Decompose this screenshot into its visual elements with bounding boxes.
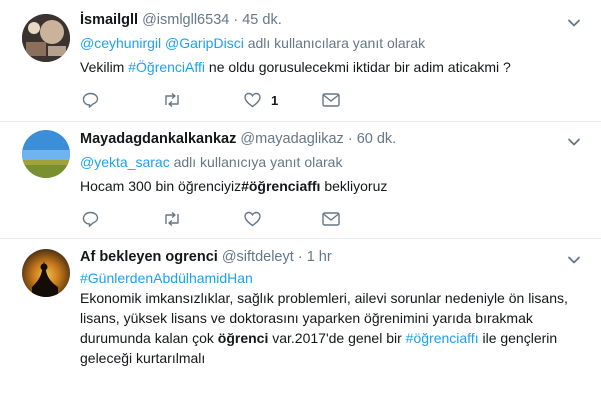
body-text-2: var.2017'de genel bir [268,330,406,346]
timestamp[interactable]: 1 hr [307,249,332,265]
tweet-3[interactable]: Af bekleyen ogrenci @siftdeleyt · 1 hr #… [0,239,601,417]
tweet-2[interactable]: Mayadagdankalkankaz @mayadaglikaz · 60 d… [0,122,601,239]
separator: · [233,12,239,28]
text-before: Vekilim [80,59,129,75]
chevron-down-icon[interactable] [567,135,581,149]
retweet-button[interactable] [162,211,182,227]
reply-icon [82,92,99,108]
like-button[interactable] [244,211,261,227]
retweet-icon [165,92,179,108]
heart-icon [244,211,261,227]
tweet-text: #GünlerdenAbdülhamidHan Ekonomik imkansız… [80,268,581,368]
reply-button[interactable] [82,211,99,227]
chevron-down-icon[interactable] [567,253,581,267]
user-fullname[interactable]: Af bekleyen ogrenci [80,249,218,265]
reply-users-link[interactable]: @yekta_sarac [80,154,170,170]
avatar[interactable] [22,14,70,62]
envelope-icon [322,93,340,107]
hashtag-link[interactable]: #ÖğrenciAffi [128,59,205,75]
hashtag-link-inline[interactable]: #öğrenciaffı [406,330,479,346]
like-count: 1 [271,92,279,108]
text-after: ne oldu gorusulecekmi iktidar bir adim a… [205,59,511,75]
text-before: Hocam 300 bin öğrenciyiz [80,178,242,194]
separator: · [347,131,353,147]
reply-context: @ceyhunirgil @GaripDisci adlı kullanıcıl… [80,35,581,51]
reply-suffix: adlı kullanıcılara yanıt olarak [247,35,426,51]
text-after: bekliyoruz [320,178,388,194]
envelope-icon [322,212,340,226]
heart-icon [244,92,261,108]
reply-context: @yekta_sarac adlı kullanıcıya yanıt olar… [80,154,581,170]
user-handle[interactable]: @siftdeleyt [222,249,294,265]
dm-button[interactable] [322,212,340,226]
reply-button[interactable] [82,92,99,108]
retweet-icon [165,211,179,227]
dm-button[interactable] [322,93,340,107]
like-button[interactable]: 1 [244,92,278,108]
timestamp[interactable]: 60 dk. [357,131,397,147]
chevron-down-icon[interactable] [567,16,581,30]
reply-users-link[interactable]: @ceyhunirgil @GaripDisci [80,35,244,51]
avatar[interactable] [22,249,70,297]
reply-icon [82,211,99,227]
user-handle[interactable]: @ismlgll6534 [142,12,229,28]
timestamp[interactable]: 45 dk. [242,12,282,28]
avatar[interactable] [22,130,70,178]
hashtag-link[interactable]: #öğrenciaffı [241,178,320,194]
user-handle[interactable]: @mayadaglikaz [240,131,343,147]
separator: · [297,249,303,265]
bold-word: öğrenci [217,330,269,346]
user-fullname[interactable]: İsmailgll [80,12,138,28]
tweet-1[interactable]: İsmailgll @ismlgll6534 · 45 dk. @ceyhuni… [0,0,601,122]
tweet-text: Vekilim #ÖğrenciAffi ne oldu gorusulecek… [80,57,581,77]
tweet-text: Hocam 300 bin öğrenciyiz#öğrenciaffı bek… [80,176,581,196]
reply-suffix: adlı kullanıcıya yanıt olarak [173,154,343,170]
retweet-button[interactable] [162,92,182,108]
hashtag-link[interactable]: #GünlerdenAbdülhamidHan [80,270,253,286]
user-fullname[interactable]: Mayadagdankalkankaz [80,131,236,147]
